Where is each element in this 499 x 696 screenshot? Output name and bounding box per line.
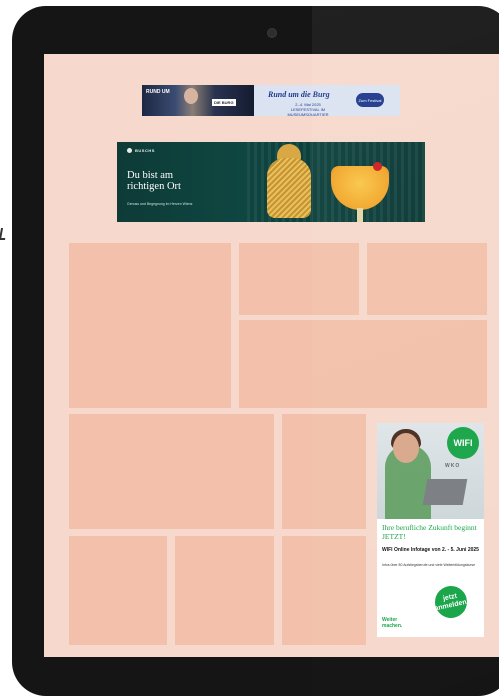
bar-subline: Genuss und Begegnung im Herzen Wiens [127, 202, 193, 206]
cocktail-shaker-icon [267, 158, 311, 218]
badge-text: jetzt anmelden! [432, 591, 470, 614]
wko-logo: WKO [445, 463, 461, 469]
tile-bottom-2[interactable] [175, 536, 274, 645]
leaderboard-ad-banner[interactable]: RUND UM DIE BURG Rund um die Burg 2.-4. … [142, 85, 400, 116]
cropped-text-mark [0, 228, 8, 240]
banner-subline: 2.-4. Mai 2025 LESEFESTIVAL IM MUSEUMSQU… [270, 102, 346, 116]
banner-subline-2: LESEFESTIVAL IM MUSEUMSQUARTIER [287, 107, 329, 116]
tile-bottom-1[interactable] [69, 536, 167, 645]
banner-photo-tag: DIE BURG [212, 99, 236, 106]
banner-photo-label: RUND UM [146, 89, 170, 95]
person-photo-icon [184, 88, 198, 104]
banner-headline: Rund um die Burg [268, 90, 330, 99]
badge-line-1: jetzt [442, 592, 458, 603]
front-camera-icon [268, 29, 276, 37]
register-badge-button[interactable]: jetzt anmelden! [432, 583, 470, 621]
face-icon [393, 433, 419, 463]
tile-large-left[interactable] [69, 243, 231, 408]
tile-small-top-right[interactable] [367, 243, 487, 315]
tile-small-top-middle[interactable] [239, 243, 359, 315]
glass-stem-icon [357, 208, 363, 222]
slogan-line-1: Weiter [382, 617, 398, 623]
cocktail-glass-icon [331, 166, 389, 210]
ad-slogan: Weiter machen. [382, 617, 402, 629]
laptop-icon [422, 479, 468, 505]
festival-button[interactable]: Zum Festival [356, 93, 384, 107]
tile-wide-bottom-left[interactable] [69, 414, 274, 529]
tile-narrow-bottom-middle[interactable] [282, 414, 366, 529]
bar-headline-1: Du bist am [127, 170, 174, 181]
ad-fine-print: Infos über 80 Aufstiegsberufe und viele … [382, 563, 476, 567]
person-icon [385, 445, 431, 519]
slogan-line-2: machen. [382, 623, 403, 629]
wifi-skyscraper-ad[interactable]: WIFI WKO Ihre berufliche Zukunft beginnt… [377, 423, 484, 637]
bar-logo: BUSCHS [127, 148, 155, 154]
tile-bottom-3[interactable] [282, 536, 366, 645]
banner-photo: RUND UM DIE BURG [142, 85, 254, 116]
ad-dates: WIFI Online Infotage von 2. - 5. Juni 20… [382, 547, 479, 553]
logo-mark-icon [127, 148, 132, 154]
tile-wide-right[interactable] [239, 320, 487, 408]
cherry-icon [373, 162, 382, 171]
ad-photo: WIFI WKO [377, 423, 484, 519]
badge-line-2: anmelden! [433, 598, 470, 613]
tablet-frame: RUND UM DIE BURG Rund um die Burg 2.-4. … [12, 6, 499, 696]
bar-logo-text: BUSCHS [135, 148, 155, 153]
bar-headline: Du bist am richtigen Ort [127, 170, 201, 192]
wifi-logo: WIFI [447, 427, 479, 459]
hair-icon [391, 429, 421, 449]
ad-headline: Ihre berufliche Zukunft beginnt JETZT! [382, 523, 477, 541]
bar-headline-2: richtigen Ort [127, 181, 181, 192]
tablet-screen: RUND UM DIE BURG Rund um die Burg 2.-4. … [44, 54, 499, 657]
bar-ad-banner[interactable]: BUSCHS Du bist am richtigen Ort Genuss u… [117, 142, 425, 222]
